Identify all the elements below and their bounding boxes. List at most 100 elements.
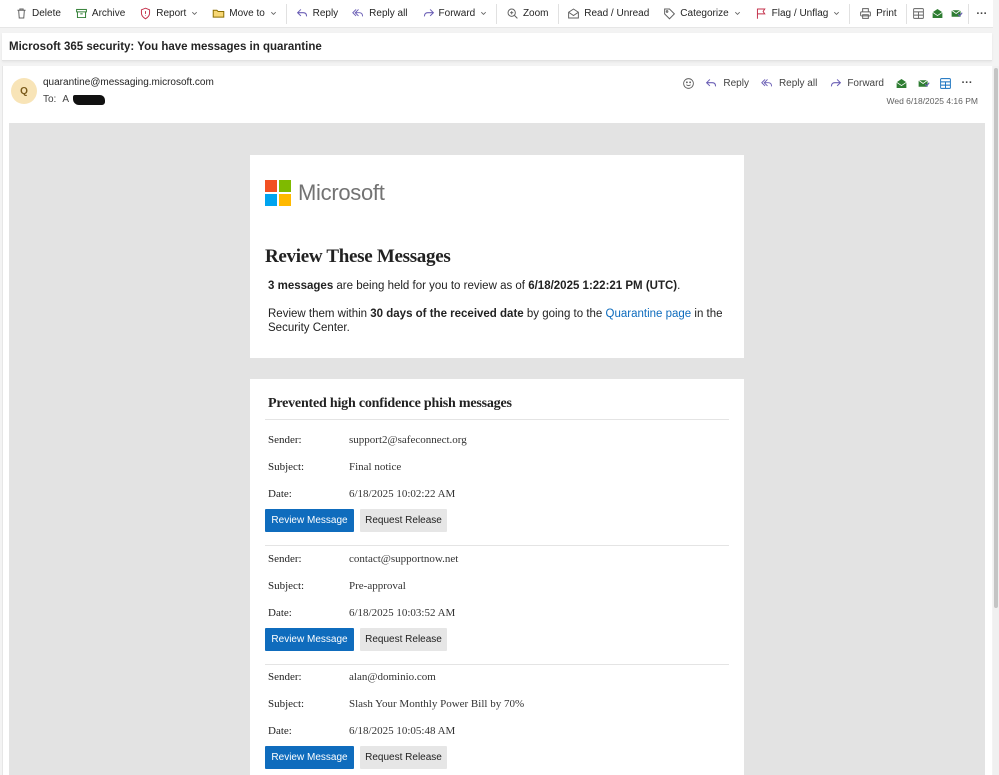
review-heading: Review These Messages [265, 246, 451, 267]
grid-view-icon [939, 77, 951, 89]
scrollbar-thumb[interactable] [994, 68, 998, 608]
review-window: 30 days of the received date [370, 308, 524, 320]
print-button[interactable]: Print [852, 0, 904, 28]
sender-label: Sender: [268, 553, 302, 565]
section-divider [265, 419, 729, 420]
archive-label: Archive [91, 8, 126, 19]
archive-icon [76, 8, 87, 19]
forward-icon [831, 78, 842, 86]
message-mail-action-button[interactable] [890, 74, 912, 92]
flag-icon [756, 8, 766, 19]
toolbar-divider [496, 3, 497, 24]
chevron-down-icon [192, 11, 198, 15]
reaction-button[interactable] [677, 74, 699, 92]
shield-icon [141, 7, 151, 20]
delete-button[interactable]: Delete [8, 0, 68, 28]
forward-button[interactable]: Forward [415, 0, 495, 28]
toolbar-divider [285, 3, 287, 24]
message-mail-check-button[interactable] [912, 74, 934, 92]
message-reply-all-label: Reply all [778, 77, 818, 89]
mail-open-icon [932, 9, 943, 18]
reading-pane: Q quarantine@messaging.microsoft.com To:… [2, 66, 992, 775]
mail-check-button[interactable] [947, 0, 966, 28]
summary-timestamp: 6/18/2025 1:22:21 PM (UTC) [528, 280, 678, 292]
envelope-open-icon [568, 8, 580, 19]
item-date: 6/18/2025 10:02:22 AM [349, 488, 456, 500]
quarantined-messages-card: Prevented high confidence phish messages… [250, 379, 744, 775]
request-release-button[interactable]: Request Release [360, 628, 447, 651]
toolbar-divider [849, 3, 851, 24]
item-subject: Pre-approval [349, 580, 406, 592]
chevron-down-icon [270, 11, 276, 15]
read-unread-label: Read / Unread [584, 8, 650, 19]
section-title: Prevented high confidence phish messages [268, 396, 512, 411]
date-label: Date: [268, 488, 292, 500]
item-date: 6/18/2025 10:05:48 AM [349, 725, 456, 737]
chevron-down-icon [834, 11, 840, 15]
categorize-button[interactable]: Categorize [656, 0, 747, 28]
review-message-button[interactable]: Review Message [265, 628, 354, 651]
toolbar-divider [557, 3, 559, 24]
subject-label: Subject: [268, 461, 305, 473]
move-to-button[interactable]: Move to [205, 0, 284, 28]
mail-open-icon [895, 78, 907, 88]
logo-square [265, 194, 277, 206]
zoom-button[interactable]: Zoom [499, 0, 556, 28]
reply-all-label: Reply all [369, 8, 408, 19]
quarantine-page-link[interactable]: Quarantine page [606, 308, 692, 320]
email-body: Microsoft Review These Messages 3 messag… [9, 123, 985, 775]
item-sender: alan@dominio.com [349, 671, 436, 683]
forward-icon [423, 9, 434, 17]
mail-action-button[interactable] [928, 0, 947, 28]
item-sender: contact@supportnow.net [349, 553, 459, 565]
microsoft-logo-icon [265, 180, 291, 206]
mail-check-icon [917, 79, 930, 87]
reply-button[interactable]: Reply [289, 0, 346, 28]
recipient-prefix[interactable]: A [62, 94, 69, 105]
more-options-button[interactable]: ··· [971, 0, 993, 28]
immersive-reader-button[interactable] [908, 0, 927, 28]
reading-pane-scrollbar[interactable] [993, 66, 999, 775]
sender-avatar[interactable]: Q [11, 78, 37, 104]
more-icon: ··· [976, 7, 988, 20]
message-forward-label: Forward [847, 77, 884, 89]
request-release-button[interactable]: Request Release [360, 509, 447, 532]
redacted-recipient [73, 94, 106, 105]
reply-all-button[interactable]: Reply all [345, 0, 414, 28]
message-reply-button[interactable]: Reply [699, 74, 755, 92]
reply-all-icon [761, 78, 773, 86]
review-message-button[interactable]: Review Message [265, 746, 354, 769]
sender-address[interactable]: quarantine@messaging.microsoft.com [43, 77, 214, 88]
review-message-button[interactable]: Review Message [265, 509, 354, 532]
reply-icon [296, 9, 307, 17]
message-grid-button[interactable] [934, 74, 956, 92]
item-subject: Slash Your Monthly Power Bill by 70% [349, 698, 525, 710]
toolbar-divider [968, 3, 969, 24]
categorize-label: Categorize [680, 8, 729, 19]
chevron-down-icon [734, 11, 740, 15]
command-toolbar: Delete Archive Report Move to Reply Repl… [0, 0, 993, 28]
microsoft-wordmark: Microsoft [298, 180, 385, 205]
to-label: To: [43, 94, 57, 105]
more-icon: ··· [961, 77, 973, 89]
archive-button[interactable]: Archive [68, 0, 132, 28]
read-unread-button[interactable]: Read / Unread [560, 0, 656, 28]
flag-unflag-button[interactable]: Flag / Unflag [748, 0, 848, 28]
logo-square [279, 180, 291, 192]
forward-label: Forward [438, 8, 476, 19]
message-more-button[interactable]: ··· [956, 74, 978, 92]
held-summary: 3 messages are being held for you to rev… [268, 280, 738, 292]
mail-check-icon [951, 9, 963, 17]
message-forward-button[interactable]: Forward [823, 74, 890, 92]
message-reply-label: Reply [723, 77, 749, 89]
print-label: Print [876, 8, 897, 19]
move-to-label: Move to [229, 8, 265, 19]
grid-view-icon [912, 8, 924, 19]
message-reply-all-button[interactable]: Reply all [755, 74, 823, 92]
recipients-row: To: A [43, 94, 106, 105]
report-button[interactable]: Report [132, 0, 205, 28]
request-release-button[interactable]: Request Release [360, 746, 447, 769]
flag-unflag-label: Flag / Unflag [771, 8, 829, 19]
report-label: Report [156, 8, 187, 19]
zoom-label: Zoom [522, 8, 549, 19]
